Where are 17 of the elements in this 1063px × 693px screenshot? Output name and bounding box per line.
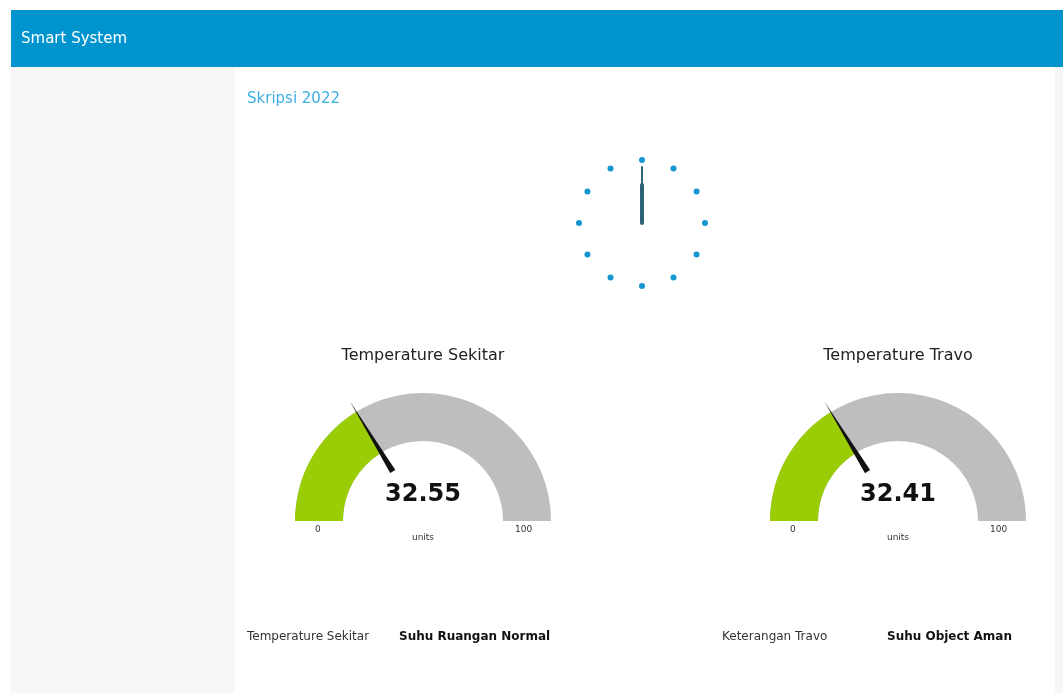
gauge-title: Temperature Travo: [823, 343, 973, 366]
gauge-value: 32.55: [384, 480, 462, 505]
gauge-needle: [824, 401, 871, 473]
status-value: Suhu Object Aman: [887, 627, 1012, 645]
status-label: Temperature Sekitar: [247, 627, 371, 645]
gauge-units: units: [886, 530, 910, 544]
gauge-title: Temperature Sekitar: [341, 343, 505, 366]
gauge-min-label: 0: [315, 522, 321, 536]
gauge-max-label: 100: [515, 522, 533, 536]
status-label: Keterangan Travo: [722, 627, 829, 645]
group-title: Skripsi 2022: [247, 88, 341, 109]
gauge-min-label: 0: [790, 522, 796, 536]
gauge-units: units: [411, 530, 435, 544]
gauge-value: 32.41: [859, 480, 937, 505]
gauge-max-label: 100: [990, 522, 1008, 536]
status-value: Suhu Ruangan Normal: [399, 627, 551, 645]
app-title: Smart System: [21, 28, 128, 50]
